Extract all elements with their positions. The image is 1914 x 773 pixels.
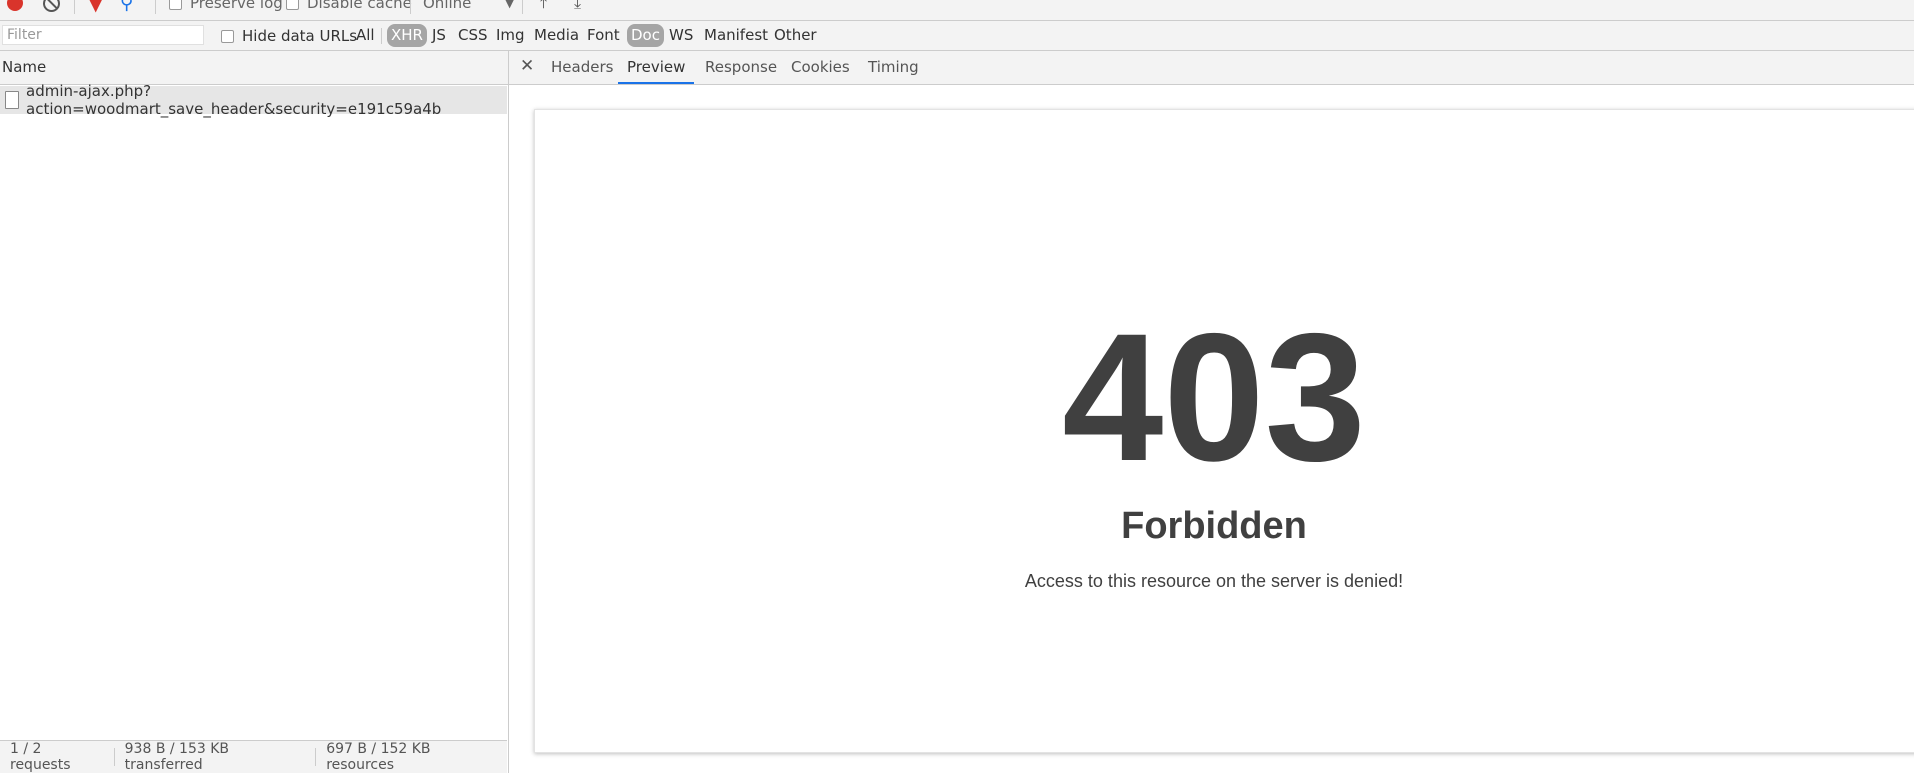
record-icon[interactable]	[7, 0, 23, 15]
type-filter-font[interactable]: Font	[583, 24, 624, 47]
disable-cache-checkbox[interactable]: Disable cache	[286, 0, 412, 15]
type-filter-ws[interactable]: WS	[665, 24, 697, 47]
import-har-icon[interactable]: ⤒	[540, 0, 547, 15]
request-row[interactable]: admin-ajax.php?action=woodmart_save_head…	[0, 82, 507, 118]
preserve-log-label: Preserve log	[190, 0, 283, 12]
checkbox-icon	[169, 0, 182, 10]
checkbox-icon	[286, 0, 299, 10]
tab-preview[interactable]: Preview	[618, 51, 695, 84]
type-filter-img[interactable]: Img	[492, 24, 529, 47]
type-filter-css[interactable]: CSS	[454, 24, 492, 47]
type-filter-media[interactable]: Media	[530, 24, 583, 47]
error-message: Access to this resource on the server is…	[1024, 571, 1404, 591]
filter-input[interactable]	[2, 25, 204, 45]
clear-icon[interactable]	[43, 0, 60, 15]
toolbar-divider	[522, 0, 523, 14]
filter-icon[interactable]: ▼	[88, 0, 103, 15]
request-count: 1 / 2 requests	[10, 741, 71, 773]
type-filter-other[interactable]: Other	[770, 24, 821, 47]
type-filter-doc[interactable]: Doc	[627, 24, 664, 47]
transferred-size: 938 B / 153 KB transferred	[124, 741, 229, 773]
tab-response[interactable]: Response	[705, 51, 777, 84]
type-filter-all[interactable]: All	[352, 24, 379, 47]
type-filter-xhr[interactable]: XHR	[387, 24, 427, 47]
close-icon[interactable]: ✕	[520, 56, 534, 76]
type-filter-js[interactable]: JS	[428, 24, 450, 47]
disable-cache-label: Disable cache	[307, 0, 412, 12]
type-filter-manifest[interactable]: Manifest	[700, 24, 772, 47]
response-preview: 403 Forbidden Access to this resource on…	[534, 109, 1914, 753]
chevron-down-icon: ▼	[505, 0, 514, 10]
tab-cookies[interactable]: Cookies	[791, 51, 850, 84]
tab-headers[interactable]: Headers	[551, 51, 613, 84]
devtools-toolbar: ▼ ⚲ Preserve log Disable cache Online ▼ …	[0, 0, 1914, 21]
error-title: Forbidden	[1121, 505, 1307, 547]
name-column-header[interactable]: Name	[0, 51, 508, 85]
tab-timing[interactable]: Timing	[868, 51, 919, 84]
hide-data-urls-label: Hide data URLs	[242, 27, 358, 45]
error-code: 403	[1062, 295, 1366, 499]
throttle-value: Online	[423, 0, 472, 12]
filter-divider	[381, 28, 382, 44]
toolbar-divider	[74, 0, 75, 14]
toolbar-divider	[155, 0, 156, 14]
request-detail-pane: ✕ Headers Preview Response Cookies Timin…	[509, 51, 1914, 773]
toolbar-divider	[410, 0, 411, 14]
search-icon[interactable]: ⚲	[120, 0, 133, 15]
document-icon	[5, 91, 19, 109]
resources-size: 697 B / 152 KB resources	[326, 741, 431, 773]
throttle-select[interactable]: Online ▼	[423, 0, 514, 15]
filter-bar: Hide data URLs All XHR JS CSS Img Media …	[0, 21, 1914, 51]
detail-tabs: ✕ Headers Preview Response Cookies Timin…	[509, 51, 1914, 85]
request-name: admin-ajax.php?action=woodmart_save_head…	[26, 82, 442, 118]
status-bar: 1 / 2 requests 938 B / 153 KB transferre…	[0, 740, 507, 773]
checkbox-icon	[221, 29, 234, 43]
export-har-icon[interactable]: ⤓	[574, 0, 581, 15]
hide-data-urls-checkbox[interactable]: Hide data URLs	[221, 27, 357, 45]
preserve-log-checkbox[interactable]: Preserve log	[169, 0, 283, 15]
